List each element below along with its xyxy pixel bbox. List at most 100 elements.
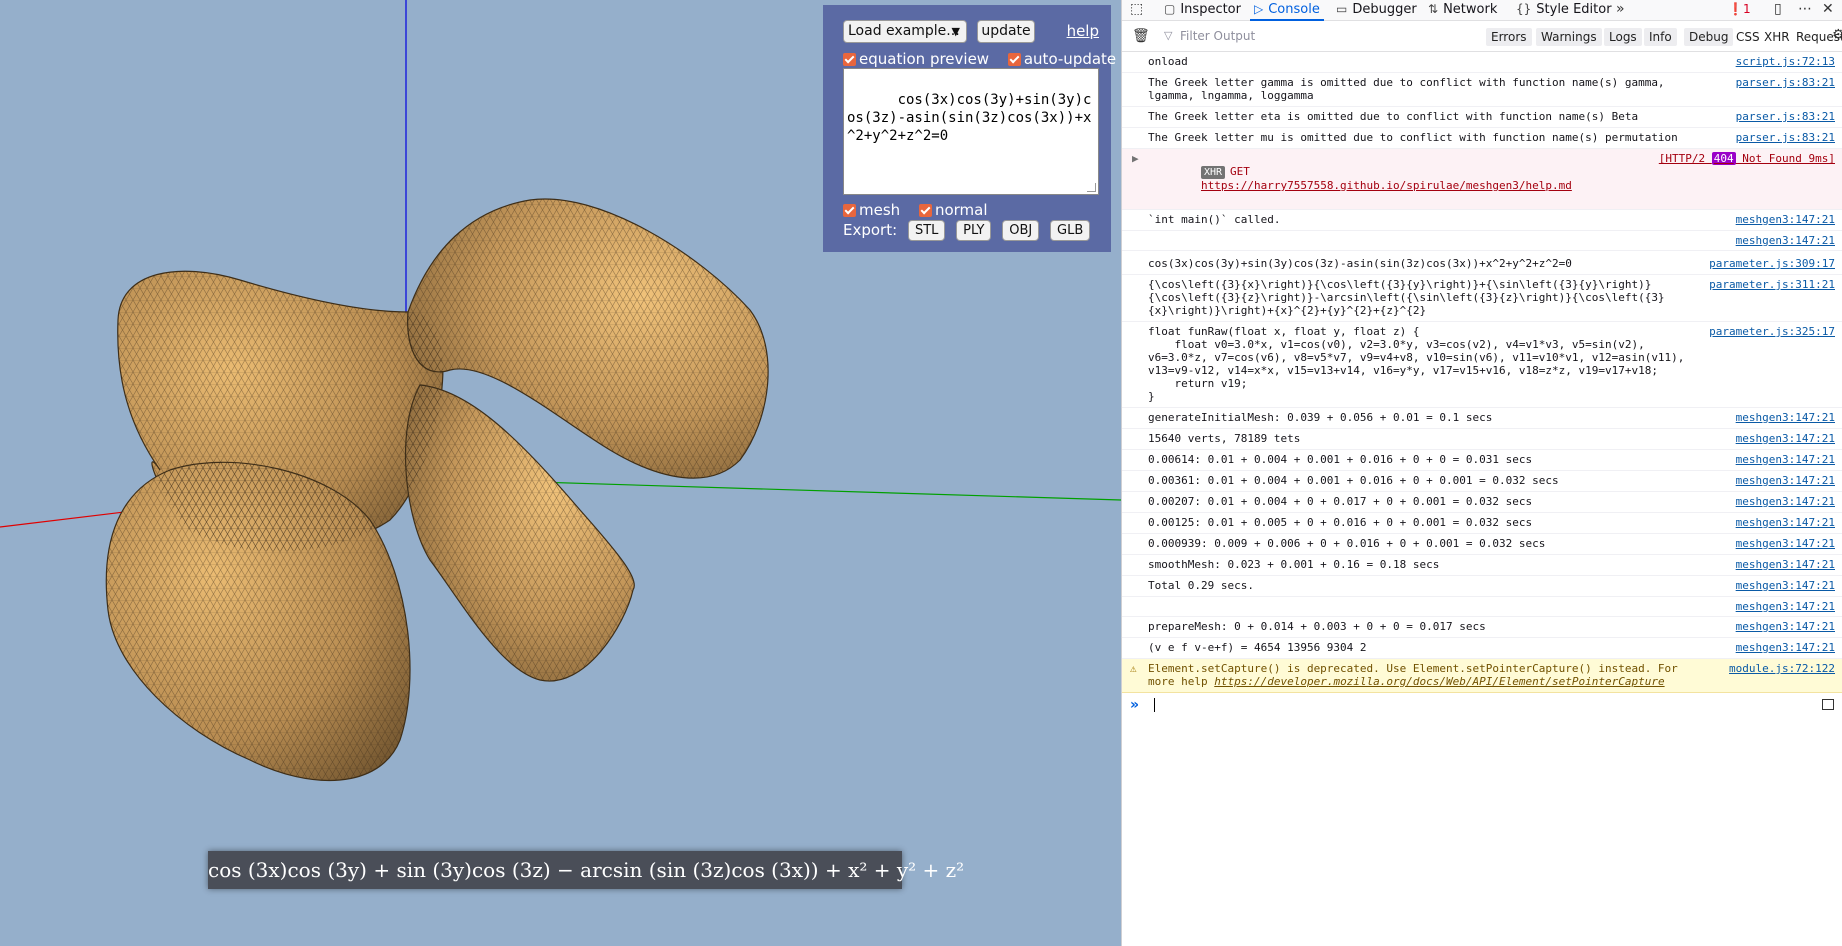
- request-method: GET: [1230, 165, 1250, 178]
- export-stl-button[interactable]: STL: [907, 220, 946, 241]
- devtools-toolbar: ⬚ ▢ Inspector ▷ Console ▭ Debugger ⇅ Network…: [1122, 0, 1842, 21]
- source-link[interactable]: meshgen3:147:21: [1736, 234, 1835, 247]
- prompt-chevron-icon: »: [1130, 697, 1140, 713]
- more-tabs-icon[interactable]: »: [1616, 0, 1625, 20]
- source-link[interactable]: meshgen3:147:21: [1736, 432, 1835, 445]
- xhr-badge: XHR: [1200, 166, 1226, 179]
- equation-input[interactable]: cos(3x)cos(3y)+sin(3y)cos(3z)-asin(sin(3…: [843, 68, 1099, 195]
- source-link[interactable]: parser.js:83:21: [1736, 131, 1835, 144]
- settings-gear-icon[interactable]: ⚙: [1832, 26, 1842, 46]
- console-message: meshgen3:147:21: [1122, 231, 1842, 251]
- filter-xhr-toggle[interactable]: XHR: [1764, 28, 1790, 46]
- tab-console[interactable]: ▷ Console: [1250, 0, 1324, 21]
- status-code-badge: 404: [1711, 152, 1736, 165]
- checkbox-checked-icon[interactable]: [1007, 53, 1021, 66]
- inspector-icon: ▢: [1164, 2, 1176, 16]
- devtools-panel: ⬚ ▢ Inspector ▷ Console ▭ Debugger ⇅ Network…: [1121, 0, 1842, 946]
- auto-update-toggle[interactable]: auto-update: [1007, 50, 1116, 68]
- xhr-error-message[interactable]: ▶ XHR GET https://harry7557558.github.io/…: [1122, 149, 1842, 210]
- source-link[interactable]: meshgen3:147:21: [1736, 641, 1835, 654]
- tab-style-editor[interactable]: {} Style Editor: [1516, 0, 1612, 20]
- filter-output-input[interactable]: Filter Output: [1180, 27, 1380, 45]
- tab-inspector[interactable]: ▢ Inspector: [1164, 0, 1241, 20]
- help-link[interactable]: help: [1067, 20, 1099, 42]
- console-message: Total 0.29 secs. meshgen3:147:21: [1122, 576, 1842, 597]
- implicit-surface: [105, 198, 769, 782]
- checkbox-checked-icon[interactable]: [918, 204, 932, 217]
- console-message: (v e f v-e+f) = 4654 13956 9304 2 meshgen…: [1122, 638, 1842, 659]
- source-link[interactable]: meshgen3:147:21: [1736, 516, 1835, 529]
- checkbox-checked-icon[interactable]: [843, 53, 856, 66]
- console-message: `int main()` called. meshgen3:147:21: [1122, 210, 1842, 231]
- source-link[interactable]: meshgen3:147:21: [1736, 213, 1835, 226]
- console-message: float funRaw(float x, float y, float z) …: [1122, 322, 1842, 408]
- tab-debugger[interactable]: ▭ Debugger: [1336, 0, 1417, 20]
- warning-help-link[interactable]: https://developer.mozilla.org/docs/Web/A…: [1214, 675, 1664, 688]
- filter-warnings-button[interactable]: Warnings: [1536, 28, 1602, 46]
- warning-icon: ⚠: [1130, 662, 1137, 675]
- debugger-icon: ▭: [1336, 2, 1348, 16]
- normal-label: normal: [934, 201, 988, 219]
- normal-toggle[interactable]: normal: [918, 201, 988, 219]
- filter-debug-button[interactable]: Debug: [1684, 28, 1734, 46]
- style-editor-icon: {}: [1516, 2, 1532, 16]
- load-example-select[interactable]: Load example... ▼: [843, 20, 967, 43]
- source-link[interactable]: meshgen3:147:21: [1736, 537, 1835, 550]
- export-ply-button[interactable]: PLY: [956, 220, 992, 241]
- source-link[interactable]: parser.js:83:21: [1736, 76, 1835, 89]
- console-input[interactable]: »: [1122, 693, 1842, 719]
- source-link[interactable]: parameter.js:325:17: [1709, 325, 1835, 338]
- source-link[interactable]: meshgen3:147:21: [1736, 495, 1835, 508]
- filter-css-toggle[interactable]: CSS: [1736, 28, 1760, 46]
- source-link[interactable]: parameter.js:309:17: [1709, 257, 1835, 270]
- expand-arrow-icon[interactable]: ▶: [1132, 152, 1139, 165]
- console-message: The Greek letter mu is omitted due to co…: [1122, 128, 1842, 149]
- filter-errors-button[interactable]: Errors: [1486, 28, 1532, 46]
- export-label: Export:: [843, 221, 898, 239]
- filter-info-button[interactable]: Info: [1644, 28, 1677, 46]
- request-url-link[interactable]: https://harry7557558.github.io/spirulae/…: [1201, 179, 1572, 192]
- console-output[interactable]: onload script.js:72:13 The Greek letter g…: [1122, 52, 1842, 719]
- http-status[interactable]: [HTTP/2 404 Not Found 9ms]: [1659, 152, 1835, 165]
- console-message: The Greek letter eta is omitted due to c…: [1122, 107, 1842, 128]
- source-link[interactable]: meshgen3:147:21: [1736, 600, 1835, 613]
- tab-network[interactable]: ⇅ Network: [1428, 0, 1497, 20]
- element-picker-icon[interactable]: ⬚: [1130, 0, 1143, 20]
- resize-grip-icon[interactable]: [1087, 183, 1096, 192]
- mesh-label: mesh: [859, 201, 901, 219]
- export-obj-button[interactable]: OBJ: [1002, 220, 1040, 241]
- source-link[interactable]: meshgen3:147:21: [1736, 558, 1835, 571]
- console-message: {\cos\left({3}{x}\right)}{\cos\left({3}{…: [1122, 275, 1842, 322]
- more-options-icon[interactable]: ⋯: [1798, 0, 1812, 20]
- console-message: 0.00614: 0.01 + 0.004 + 0.001 + 0.016 + …: [1122, 450, 1842, 471]
- source-link[interactable]: parser.js:83:21: [1736, 110, 1835, 123]
- source-link[interactable]: script.js:72:13: [1736, 55, 1835, 68]
- warning-message: ⚠ Element.setCapture() is deprecated. Us…: [1122, 659, 1842, 693]
- source-link[interactable]: parameter.js:311:21: [1709, 278, 1835, 291]
- source-link[interactable]: meshgen3:147:21: [1736, 453, 1835, 466]
- source-link[interactable]: meshgen3:147:21: [1736, 474, 1835, 487]
- source-link[interactable]: meshgen3:147:21: [1736, 620, 1835, 633]
- export-glb-button[interactable]: GLB: [1050, 220, 1091, 241]
- console-message: 0.00207: 0.01 + 0.004 + 0 + 0.017 + 0 + …: [1122, 492, 1842, 513]
- console-message: 0.00361: 0.01 + 0.004 + 0.001 + 0.016 + …: [1122, 471, 1842, 492]
- console-message: 0.00125: 0.01 + 0.005 + 0 + 0.016 + 0 + …: [1122, 513, 1842, 534]
- filter-logs-button[interactable]: Logs: [1604, 28, 1642, 46]
- trash-icon[interactable]: 🗑: [1132, 27, 1150, 47]
- error-count: 1: [1742, 2, 1751, 16]
- console-message: 0.000939: 0.009 + 0.006 + 0 + 0.016 + 0 …: [1122, 534, 1842, 555]
- close-icon[interactable]: ✕: [1822, 0, 1834, 20]
- 3d-viewport[interactable]: cos (3x)cos (3y) + sin (3y)cos (3z) − ar…: [0, 0, 1121, 946]
- control-panel: Load example... ▼ update help equation p…: [823, 5, 1116, 252]
- source-link[interactable]: meshgen3:147:21: [1736, 579, 1835, 592]
- source-link[interactable]: module.js:72:122: [1729, 662, 1835, 675]
- source-link[interactable]: meshgen3:147:21: [1736, 411, 1835, 424]
- dock-icon[interactable]: ▯: [1774, 0, 1782, 20]
- update-button[interactable]: update: [977, 20, 1035, 43]
- error-count-badge[interactable]: ❗1: [1728, 0, 1751, 20]
- equation-preview-toggle[interactable]: equation preview: [843, 50, 994, 68]
- checkbox-checked-icon[interactable]: [843, 204, 856, 217]
- mesh-toggle[interactable]: mesh: [843, 201, 905, 219]
- split-editor-icon[interactable]: [1822, 699, 1834, 710]
- export-row: Export: STL PLY OBJ GLB: [843, 220, 1091, 241]
